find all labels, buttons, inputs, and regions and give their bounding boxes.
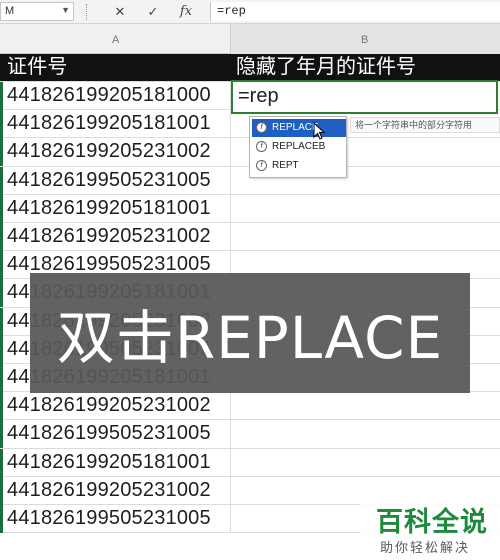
name-box-value: M (5, 5, 15, 17)
column-header-b-selected[interactable]: B (231, 24, 500, 54)
function-icon: f (256, 141, 267, 152)
active-cell-text: =rep (238, 85, 279, 107)
autocomplete-item-label: REPLACEB (272, 141, 326, 152)
function-tooltip: 将一个字符串中的部分字符用 (350, 117, 500, 133)
watermark-subtitle: 助你轻松解决 (380, 541, 471, 556)
function-autocomplete-list: f REPLACE f REPLACEB f REPT (249, 116, 347, 178)
cell-id-number[interactable]: 441826199505231005 (3, 505, 230, 533)
cancel-icon[interactable]: ✕ (110, 3, 130, 21)
table-row: 441826199205231002 (0, 392, 500, 421)
autocomplete-item-label: REPT (272, 160, 299, 171)
watermark-title: 百科全说 (376, 507, 488, 538)
cell-id-number[interactable]: 441826199205181001 (3, 449, 230, 477)
cell-id-number[interactable]: 441826199505231005 (3, 167, 230, 195)
cell-id-number[interactable]: 441826199205181000 (3, 82, 230, 110)
cell-id-number[interactable]: 441826199205231002 (3, 138, 230, 166)
table-row: 441826199505231005 (0, 420, 500, 449)
table-row: 441826199205231002 (0, 223, 500, 252)
formula-input[interactable]: =rep (210, 2, 500, 21)
autocomplete-item-label: REPLACE (272, 122, 319, 133)
active-cell-b2[interactable]: =rep (231, 80, 498, 114)
autocomplete-item-rept[interactable]: f REPT (252, 157, 346, 175)
cell-id-number[interactable]: 441826199205231002 (3, 392, 230, 420)
cell-id-number[interactable]: 441826199205181001 (3, 110, 230, 138)
cell-masked-id[interactable] (230, 448, 500, 477)
enter-check-icon[interactable]: ✓ (143, 3, 163, 21)
column-header-b[interactable]: B (361, 34, 368, 46)
function-icon: f (256, 160, 267, 171)
chevron-down-icon[interactable]: ▼ (61, 5, 70, 15)
header-row: 证件号 隐藏了年月的证件号 (0, 54, 500, 82)
cell-id-number[interactable]: 441826199505231005 (3, 420, 230, 448)
cell-id-number[interactable]: 441826199205231002 (3, 477, 230, 505)
autocomplete-item-replaceb[interactable]: f REPLACEB (252, 138, 346, 156)
cell-masked-id[interactable] (230, 223, 500, 251)
formula-bar: M ▼ ✕ ✓ fx =rep (0, 0, 500, 24)
mouse-pointer-icon (313, 122, 326, 140)
watermark-logo: 百科全说 助你轻松解决 (360, 496, 500, 560)
header-cell-masked-id[interactable]: 隐藏了年月的证件号 (236, 54, 416, 82)
cell-masked-id[interactable] (230, 420, 500, 449)
formula-bar-divider (86, 4, 88, 20)
table-row: 441826199205181001 (0, 448, 500, 477)
column-header-a[interactable]: A (112, 34, 119, 46)
name-box[interactable]: M ▼ (0, 2, 74, 21)
instruction-overlay: 双击REPLACE (30, 273, 470, 393)
cell-id-number[interactable]: 441826199205231002 (3, 223, 230, 251)
cell-masked-id[interactable] (230, 392, 500, 421)
header-cell-id[interactable]: 证件号 (3, 54, 230, 82)
autocomplete-item-replace[interactable]: f REPLACE (252, 119, 346, 137)
insert-function-icon[interactable]: fx (176, 3, 196, 21)
table-row: 441826199205181001 (0, 194, 500, 223)
cell-masked-id[interactable] (230, 194, 500, 223)
cell-id-number[interactable]: 441826199205181001 (3, 195, 230, 223)
overlay-caption: 双击REPLACE (56, 304, 444, 372)
function-icon: f (256, 122, 267, 133)
